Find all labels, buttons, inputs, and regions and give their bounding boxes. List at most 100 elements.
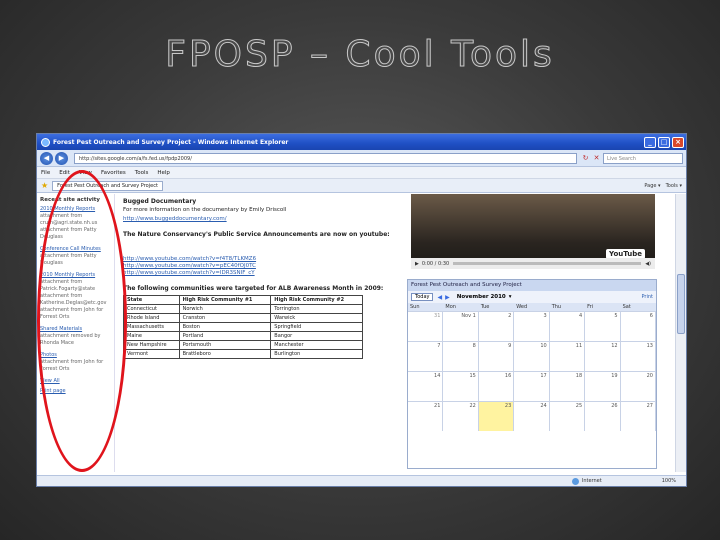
day-of-week: Thu	[549, 303, 586, 311]
menu-help[interactable]: Help	[157, 170, 170, 176]
calendar-day[interactable]: 26	[585, 401, 621, 431]
volume-icon[interactable]: ◀)	[645, 261, 651, 267]
menu-file[interactable]: File	[41, 170, 50, 176]
calendar-day[interactable]: 14	[408, 371, 444, 401]
slide-title: FPOSP – Cool Tools	[165, 34, 555, 76]
calendar-day[interactable]: 4	[549, 311, 586, 341]
table-cell: Springfield	[270, 322, 363, 332]
calendar-day[interactable]: 24	[514, 401, 550, 431]
calendar-day[interactable]: 19	[585, 371, 621, 401]
calendar-day[interactable]: Nov 1	[443, 311, 479, 341]
command-bar: Page ▾ Tools ▾	[644, 183, 686, 189]
table-cell: Cranston	[178, 313, 272, 323]
page-content: Recent site activity 2010 Monthly Report…	[37, 194, 675, 472]
zone-label: Internet	[581, 478, 602, 484]
calendar-day[interactable]: 22	[443, 401, 479, 431]
table-cell: Boston	[178, 322, 272, 332]
table-cell: Vermont	[123, 349, 180, 359]
scrollbar-thumb[interactable]	[677, 274, 685, 334]
red-highlight-oval	[37, 170, 127, 472]
calendar-day[interactable]: 11	[549, 341, 586, 371]
table-row: Connecticut Norwich Torrington	[123, 304, 363, 314]
youtube-video-player[interactable]: YouTube ▶ 0:00 / 0:30 ◀)	[411, 194, 655, 269]
calendar-day[interactable]: 18	[549, 371, 586, 401]
menu-edit[interactable]: Edit	[59, 170, 70, 176]
menu-tools[interactable]: Tools	[135, 170, 149, 176]
calendar-day[interactable]: 3	[514, 311, 550, 341]
table-cell: Portland	[178, 331, 272, 341]
minimize-button[interactable]: _	[644, 136, 656, 148]
close-button[interactable]: ×	[672, 136, 684, 148]
documentary-section: Bugged Documentary For more information …	[123, 198, 399, 223]
table-cell: Warwick	[270, 313, 363, 323]
calendar-day[interactable]: 2	[478, 311, 515, 341]
day-of-week: Sat	[620, 303, 656, 311]
calendar-day[interactable]: 9	[478, 341, 515, 371]
calendar-day[interactable]: 10	[514, 341, 550, 371]
psa-heading: The Nature Conservancy's Public Service …	[123, 231, 390, 238]
calendar-print-link[interactable]: Print	[641, 294, 653, 300]
address-bar: ◀ ▶ http://sites.google.com/a/fs.fed.us/…	[37, 150, 686, 167]
today-button[interactable]: Today	[411, 293, 434, 301]
calendar-day[interactable]: 12	[585, 341, 621, 371]
calendar-day[interactable]: 23	[478, 401, 515, 431]
menu-bar: File Edit View Favorites Tools Help	[37, 167, 686, 179]
maximize-button[interactable]: □	[658, 136, 670, 148]
search-input[interactable]: Live Search	[603, 152, 683, 164]
calendar-day[interactable]: 20	[620, 371, 656, 401]
video-time: 0:00 / 0:30	[421, 260, 450, 267]
video-progress-bar[interactable]	[453, 262, 642, 265]
day-of-week: Mon	[443, 303, 479, 311]
table-cell: New Hampshire	[123, 340, 180, 350]
table-header-row: State High Risk Community #1 High Risk C…	[123, 295, 363, 305]
video-controls: ▶ 0:00 / 0:30 ◀)	[411, 258, 655, 269]
calendar-day[interactable]: 13	[620, 341, 656, 371]
calendar-grid: Sun Mon Tue Wed Thu Fri Sat 31 Nov 123456…	[408, 303, 656, 431]
table-cell: Portsmouth	[178, 340, 272, 350]
table-header: State	[123, 295, 180, 305]
youtube-link[interactable]: http://www.youtube.com/watch?v=pEC40fOJ0…	[123, 263, 399, 270]
next-month-icon[interactable]: ▶	[445, 294, 450, 301]
calendar-day[interactable]: 7	[408, 341, 444, 371]
browser-window: Forest Pest Outreach and Survey Project …	[36, 133, 687, 487]
table-header: High Risk Community #2	[270, 295, 363, 305]
forward-button[interactable]: ▶	[55, 151, 68, 165]
calendar-day[interactable]: 16	[478, 371, 515, 401]
day-of-week: Wed	[514, 303, 550, 311]
calendar-day[interactable]: 6	[620, 311, 656, 341]
table-cell: Burlington	[270, 349, 363, 359]
zoom-level[interactable]: 100%	[662, 478, 676, 484]
communities-table: State High Risk Community #1 High Risk C…	[123, 295, 363, 359]
refresh-icon[interactable]: ↻	[581, 154, 590, 163]
calendar-day[interactable]: 27	[620, 401, 656, 431]
table-header: High Risk Community #1	[178, 295, 272, 305]
tools-menu[interactable]: Tools ▾	[666, 183, 682, 189]
main-column: Bugged Documentary For more information …	[115, 194, 407, 472]
menu-favorites[interactable]: Favorites	[101, 170, 126, 176]
calendar-day[interactable]: 25	[549, 401, 586, 431]
table-row: Maine Portland Bangor	[123, 331, 363, 341]
youtube-link[interactable]: http://www.youtube.com/watch?v=IDR3SNIF_…	[123, 270, 399, 277]
vertical-scrollbar[interactable]	[675, 194, 686, 472]
favorites-star-icon[interactable]: ★	[41, 181, 48, 190]
youtube-link[interactable]: http://www.youtube.com/watch?v=f4T8/TLKM…	[123, 256, 399, 263]
calendar-day[interactable]: 17	[514, 371, 550, 401]
play-icon[interactable]: ▶	[415, 261, 419, 267]
url-input[interactable]: http://sites.google.com/a/fs.fed.us/fpdp…	[74, 152, 577, 164]
calendar-day[interactable]: 15	[443, 371, 479, 401]
documentary-link[interactable]: http://www.buggeddocumentary.com/	[123, 216, 399, 223]
table-cell: Bangor	[270, 331, 363, 341]
back-button[interactable]: ◀	[40, 151, 53, 165]
prev-month-icon[interactable]: ◀	[437, 294, 442, 301]
calendar-day[interactable]: 21	[408, 401, 444, 431]
page-menu[interactable]: Page ▾	[644, 183, 660, 189]
calendar-day[interactable]: 8	[443, 341, 479, 371]
calendar-day[interactable]: 5	[585, 311, 621, 341]
documentary-text: For more information on the documentary …	[123, 207, 287, 213]
stop-icon[interactable]: ✕	[592, 154, 601, 163]
month-dropdown-icon[interactable]: ▾	[509, 294, 512, 300]
calendar-day[interactable]: 31	[408, 311, 444, 341]
table-cell: Maine	[123, 331, 180, 341]
table-cell: Massachusetts	[123, 322, 180, 332]
day-of-week: Sun	[408, 303, 444, 311]
